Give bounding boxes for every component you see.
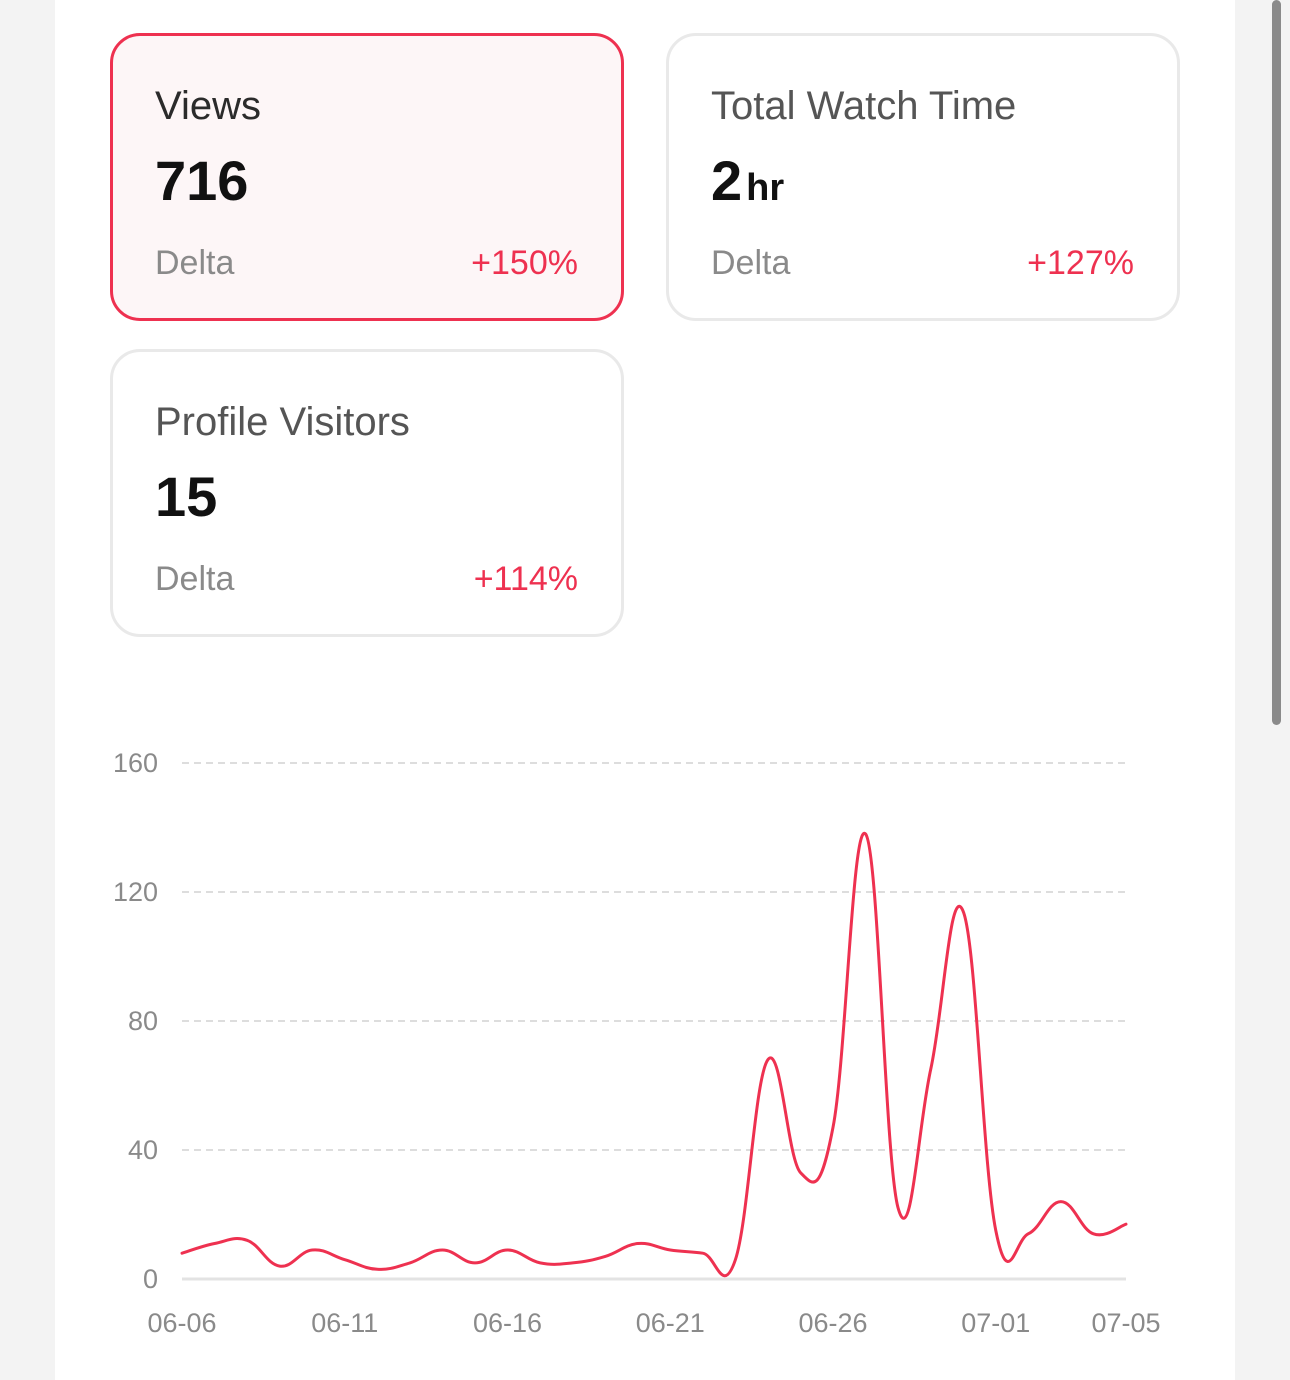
x-tick-label: 06-06 <box>147 1308 216 1338</box>
x-tick-label: 07-05 <box>1091 1308 1160 1338</box>
x-tick-label: 06-21 <box>636 1308 705 1338</box>
series-layer <box>180 832 1128 1278</box>
y-axis-ticks: 0 40 80 120 160 <box>113 748 158 1294</box>
x-tick-label: 06-26 <box>799 1308 868 1338</box>
y-tick-label: 80 <box>128 1006 158 1036</box>
series-line <box>180 832 1128 1278</box>
grid-lines <box>182 762 1126 1281</box>
views-line-chart: 0 40 80 120 160 06-06 06-11 06-16 06-21 06-26 07-… <box>113 748 1161 1338</box>
y-tick-label: 160 <box>113 748 158 778</box>
x-axis-ticks: 06-06 06-11 06-16 06-21 06-26 07-01 07-05 <box>147 1308 1160 1338</box>
x-tick-label: 07-01 <box>961 1308 1030 1338</box>
y-tick-label: 40 <box>128 1135 158 1165</box>
x-tick-label: 06-11 <box>311 1308 378 1338</box>
y-tick-label: 120 <box>113 877 158 907</box>
y-tick-label: 0 <box>143 1264 158 1294</box>
x-tick-label: 06-16 <box>473 1308 542 1338</box>
